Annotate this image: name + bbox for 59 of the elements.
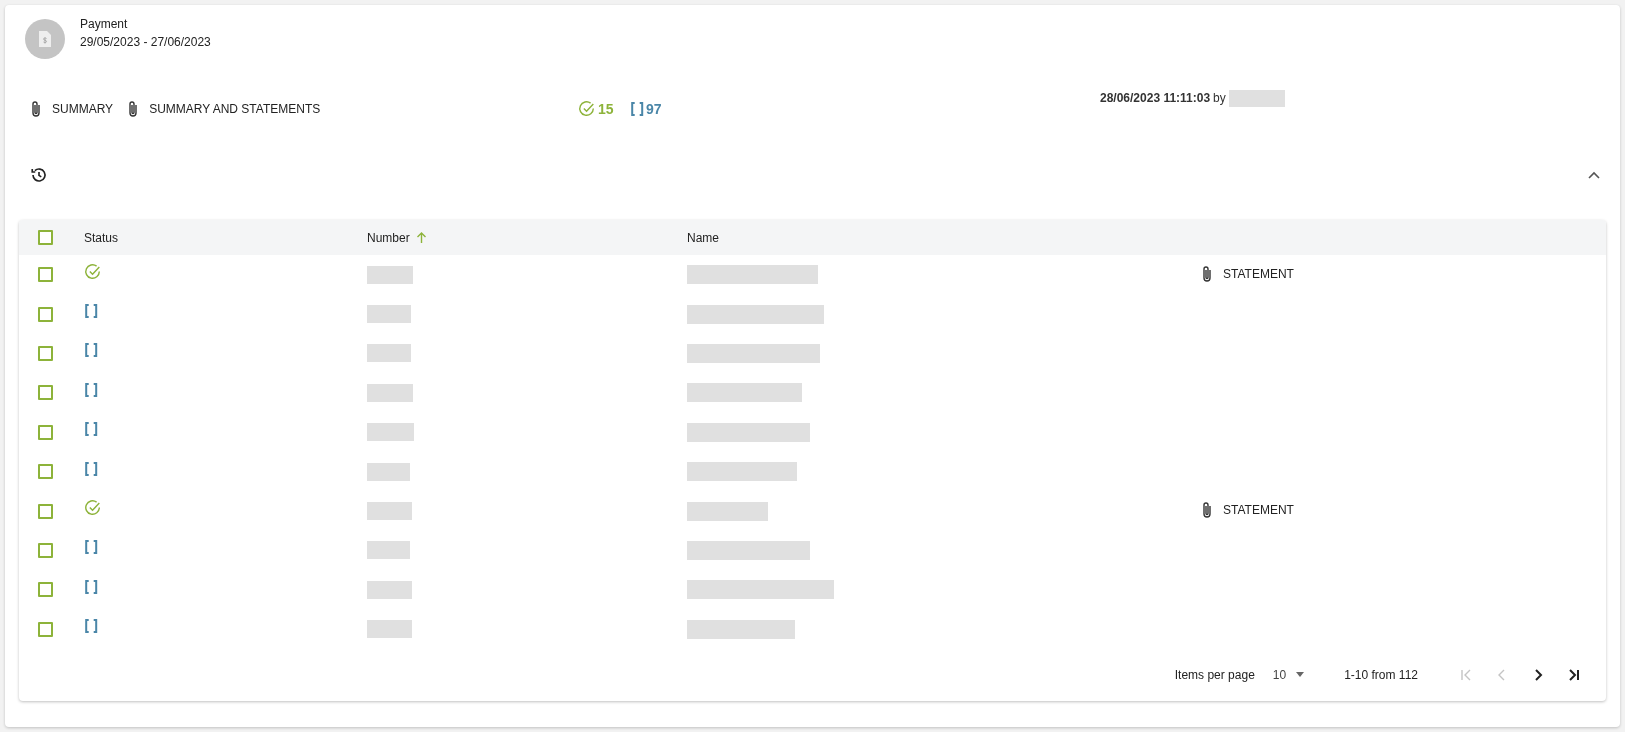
history-icon[interactable] xyxy=(30,166,48,184)
status-count: 97 xyxy=(645,99,662,119)
redacted-block xyxy=(367,620,412,639)
chevron-up-icon[interactable] xyxy=(1588,171,1600,179)
redacted-block xyxy=(367,502,412,521)
check-circle-icon xyxy=(84,262,102,281)
statement-link[interactable]: STATEMENT xyxy=(1201,501,1294,520)
statement-link[interactable]: STATEMENT xyxy=(1201,264,1294,283)
column-header[interactable]: Name xyxy=(687,228,719,247)
redacted-block xyxy=(367,305,411,324)
brackets-icon xyxy=(84,539,99,556)
payment-period: 29/05/2023 - 27/06/2023 xyxy=(80,34,211,51)
column-header[interactable]: Number xyxy=(367,228,427,247)
checkbox[interactable] xyxy=(38,464,53,480)
checkbox[interactable] xyxy=(38,230,53,245)
paperclip-icon xyxy=(30,100,42,118)
paperclip-icon xyxy=(1201,264,1213,283)
dropdown-caret-icon xyxy=(1296,672,1305,678)
checkbox[interactable] xyxy=(38,345,53,361)
redacted-block xyxy=(1228,89,1285,107)
redacted-block xyxy=(367,541,410,560)
brackets-icon xyxy=(84,381,99,398)
redacted-block xyxy=(367,423,414,442)
checkbox[interactable] xyxy=(38,267,53,283)
paperclip-icon xyxy=(127,100,140,118)
items-per-page-label: Items per page xyxy=(1174,666,1255,684)
redacted-block xyxy=(367,580,412,599)
checkbox[interactable] xyxy=(38,582,53,598)
redacted-block xyxy=(367,265,413,284)
dollar-document-icon xyxy=(38,30,52,48)
brackets-icon xyxy=(84,578,99,595)
page-range: 1-10 from 112 xyxy=(1344,666,1418,684)
check-circle-icon xyxy=(84,499,102,518)
brackets-icon xyxy=(84,460,99,477)
attachment-link[interactable]: SUMMARY AND STATEMENTS xyxy=(127,100,321,118)
paperclip-icon xyxy=(1201,501,1213,520)
redacted-block xyxy=(367,344,411,363)
column-header[interactable]: Status xyxy=(84,228,119,247)
status-count: 15 xyxy=(598,99,614,119)
check-circle-icon xyxy=(578,100,596,118)
checkbox[interactable] xyxy=(38,621,53,637)
payment-title: Payment xyxy=(80,16,129,33)
sort-arrow-up-icon[interactable] xyxy=(415,231,427,244)
redacted-block xyxy=(367,383,413,402)
attachment-link[interactable]: SUMMARY xyxy=(30,100,114,118)
checkbox[interactable] xyxy=(38,424,53,440)
checkbox[interactable] xyxy=(38,306,53,322)
checkbox[interactable] xyxy=(38,542,53,558)
brackets-icon xyxy=(629,101,644,117)
checkbox[interactable] xyxy=(38,503,53,519)
redacted-block xyxy=(367,462,410,481)
page-size-select[interactable]: 10 xyxy=(1272,665,1305,684)
brackets-icon xyxy=(84,421,99,438)
brackets-icon xyxy=(84,303,99,320)
checkbox[interactable] xyxy=(38,385,53,401)
updated-by-label: by xyxy=(1213,90,1226,107)
updated-timestamp: 28/06/2023 11:11:03 xyxy=(1100,90,1211,107)
brackets-icon xyxy=(84,342,99,359)
brackets-icon xyxy=(84,618,99,635)
